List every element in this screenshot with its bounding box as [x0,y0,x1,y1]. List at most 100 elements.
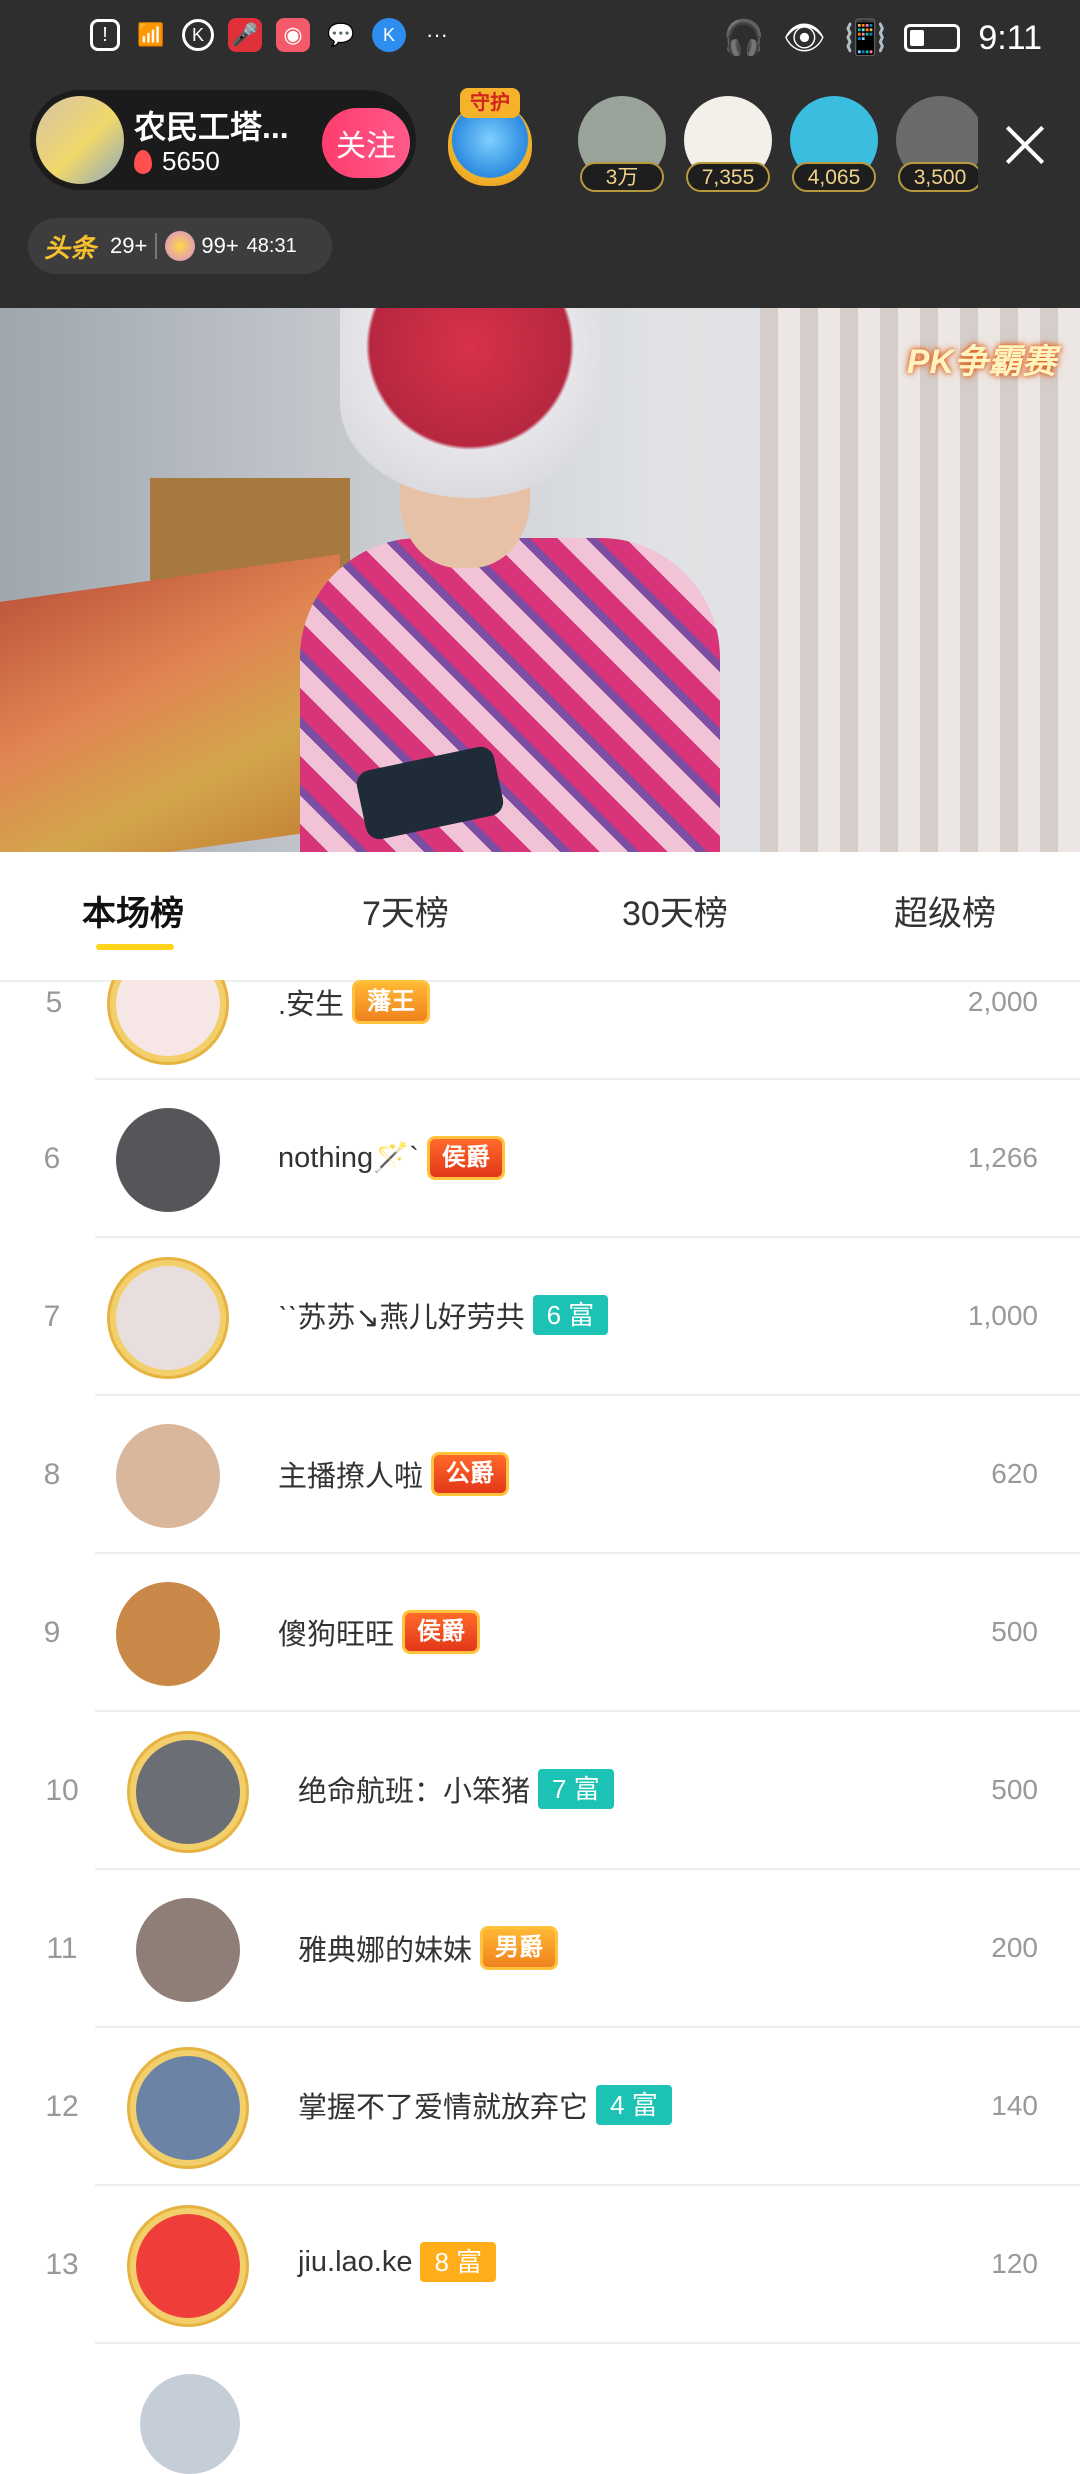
rank-number: 5 [45,986,63,1019]
streamer [280,308,740,852]
notification-icons: ! 📶 K 🎤 ◉ 💬 K ··· [90,18,454,52]
score: 2,000 [967,986,1038,1017]
rank-number: 10 [45,1774,79,1807]
user-name: 主播撩人啦 公爵 [278,1452,510,1496]
avatar [136,1740,240,1844]
list-item[interactable]: 11 雅典娜的妹妹 男爵 200 [0,1870,1080,2028]
user-name-text: 雅典娜的妹妹 [298,1935,473,1967]
tab-30-days[interactable]: 30天榜 [622,886,728,935]
noble-badge: 侯爵 [426,1136,505,1180]
leaderboard-tabs: 本场榜 7天榜 30天榜 超级榜 [0,852,1080,982]
score: 1,266 [967,1142,1038,1173]
noble-badge: 侯爵 [402,1610,481,1654]
live-video[interactable]: PK争霸赛 [0,308,1080,852]
avatar [116,1424,220,1528]
viewer-count: 3万 [580,162,664,192]
top-viewers: 3万 7,355 4,065 3,500 [578,96,978,196]
list-item[interactable]: 12 掌握不了爱情就放弃它 4 富 140 [0,2028,1080,2186]
list-item[interactable]: 10 绝命航班：小笨猪 7 富 500 [0,1712,1080,1870]
toutiao-label: 头条 [44,232,97,263]
user-name: 傻狗旺旺 侯爵 [278,1610,481,1654]
user-name-text: 傻狗旺旺 [278,1619,395,1651]
toutiao-count: 29+ [110,233,148,258]
avatar [116,980,220,1056]
avatar [116,1108,220,1212]
alert-icon: ! [90,19,120,51]
k-app-icon: K [182,19,214,51]
score: 500 [991,1774,1038,1805]
list-item[interactable]: 7 ˋˋ苏苏↘燕儿好劳共 6 富 1,000 [0,1238,1080,1396]
list-item[interactable]: 9 傻狗旺旺 侯爵 500 [0,1554,1080,1712]
viewer-count: 4,065 [792,162,876,192]
list-item[interactable]: 13 jiu.lao.ke 8 富 120 [0,2186,1080,2344]
tab-7-days[interactable]: 7天榜 [362,886,449,935]
k-blue-app-icon: K [372,18,406,52]
host-avatar[interactable] [36,96,124,184]
score: 120 [991,2248,1038,2279]
user-name: ˋˋ苏苏↘燕儿好劳共 6 富 [278,1294,609,1336]
viewer-avatar[interactable]: 7,355 [684,96,772,196]
noble-badge: 藩王 [352,980,431,1024]
avatar [140,2374,240,2474]
rank-number: 7 [43,1300,61,1333]
guard-badge[interactable]: 守护 [440,88,540,188]
follow-button[interactable]: 关注 [322,108,410,178]
viewer-count: 7,355 [686,162,770,192]
clock: 9:11 [978,18,1042,57]
user-name-text: 掌握不了爱情就放弃它 [298,2092,589,2124]
rank-number: 9 [43,1616,61,1649]
rich-level-badge: 4 富 [596,2085,672,2125]
viewer-count: 3,500 [898,162,978,192]
user-name-text: ˋˋ苏苏↘燕儿好劳共 [278,1302,525,1334]
guard-label: 守护 [460,88,520,118]
rank-number: 13 [45,2248,79,2281]
mic-app-icon: 🎤 [228,18,262,52]
headphones-icon: 🎧 [722,19,765,57]
viewer-avatar[interactable]: 4,065 [790,96,878,196]
user-name: 掌握不了爱情就放弃它 4 富 [298,2084,672,2126]
flame-icon [134,149,152,174]
pk-badge[interactable]: PK争霸赛 [907,334,1056,383]
curtain [760,308,1080,852]
user-name: .安生 藩王 [278,980,431,1024]
tab-current-session[interactable]: 本场榜 [82,886,184,935]
vibrate-icon: 📳 [844,19,887,57]
viewer-avatar[interactable]: 3,500 [896,96,978,196]
noble-badge: 公爵 [431,1452,510,1496]
user-name-text: nothing🪄` [278,1142,419,1174]
score: 620 [991,1458,1038,1489]
close-icon[interactable] [1000,120,1050,170]
list-item[interactable]: 6 nothing🪄` 侯爵 1,266 [0,1080,1080,1238]
rank-pill[interactable]: 头条 29+ 99+ 48:31 [28,218,332,274]
score: 200 [991,1932,1038,1963]
score: 1,000 [967,1300,1038,1331]
avatar [136,2056,240,2160]
rich-level-badge: 7 富 [538,1769,614,1809]
battery-icon [904,24,961,52]
user-name: 绝命航班：小笨猪 7 富 [298,1768,614,1810]
system-status: 🎧 👁 📳 9:11 [722,18,1042,58]
leaderboard-list[interactable]: 5 .安生 藩王 2,000 6 nothing🪄` 侯爵 1,266 7 ˋˋ… [0,980,1080,2400]
divider [155,233,158,259]
viewer-avatar[interactable]: 3万 [578,96,666,196]
avatar [116,1266,220,1370]
avatar [136,2214,240,2318]
tab-super[interactable]: 超级榜 [894,886,996,935]
user-name-text: .安生 [278,989,345,1021]
user-name-text: 主播撩人啦 [278,1461,424,1493]
star-icon [165,231,196,261]
timer: 48:31 [246,234,297,257]
rich-level-badge: 6 富 [532,1295,609,1335]
host-heat: 5650 [134,146,220,177]
list-item[interactable]: 5 .安生 藩王 2,000 [0,980,1080,1080]
score: 500 [991,1616,1038,1647]
list-item[interactable]: 8 主播撩人啦 公爵 620 [0,1396,1080,1554]
rank-number: 8 [43,1458,61,1491]
streamer-headdress [340,308,600,498]
rank-number: 6 [43,1142,61,1175]
heat-value: 5650 [162,146,220,176]
photo-app-icon: ◉ [276,18,310,52]
more-dots-icon: ··· [426,22,448,47]
score: 140 [991,2090,1038,2121]
host-name: 农民工塔... [134,109,289,145]
